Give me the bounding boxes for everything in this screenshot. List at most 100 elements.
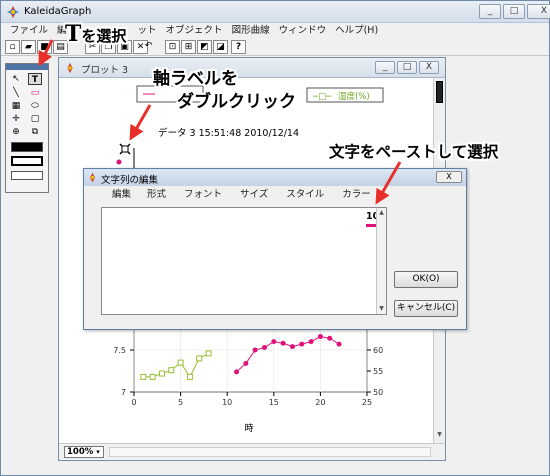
- close-button[interactable]: X: [527, 4, 550, 19]
- minimize-button[interactable]: _: [479, 4, 501, 19]
- kaleidagraph-logo-icon: [7, 6, 19, 18]
- y-right-tick-label: 55: [373, 367, 383, 376]
- series-point-dot: [289, 344, 295, 350]
- line-tool-icon[interactable]: ╲: [9, 87, 23, 99]
- series-point-partial: [116, 159, 122, 165]
- y-right-tick-label: 50: [373, 388, 383, 397]
- dialog-menu-edit[interactable]: 編集: [112, 186, 131, 203]
- maximize-button[interactable]: □: [503, 4, 525, 19]
- dialog-menu-color[interactable]: カラー: [342, 186, 371, 203]
- series-point-dot: [308, 339, 314, 345]
- line-width-swatch[interactable]: [11, 171, 43, 180]
- plot-title: プロット 3: [81, 65, 129, 76]
- menu-window[interactable]: ウィンドウ: [270, 23, 327, 39]
- kaleidagraph-logo-icon: [90, 172, 95, 183]
- plot-horizontal-scrollbar[interactable]: [109, 447, 431, 457]
- annotation-double-click-line2: ダブルクリック: [177, 92, 296, 112]
- annotation-select-t-text: を選択: [81, 27, 127, 45]
- scroll-up-arrow-icon[interactable]: ▲: [377, 208, 386, 218]
- scroll-down-arrow-icon[interactable]: ▼: [435, 431, 444, 441]
- y-right-tick-label: 60: [373, 346, 383, 355]
- zoom-tool-icon[interactable]: ⊕: [9, 126, 23, 138]
- scroll-down-arrow-icon[interactable]: ▼: [377, 304, 386, 314]
- string-edit-dialog: 文字列の編集 X 編集 形式 フォント サイズ スタイル カラー 103 ▲ ▼…: [83, 168, 467, 330]
- dialog-menu-style[interactable]: スタイル: [286, 186, 324, 203]
- series-point-dot: [280, 340, 286, 346]
- plot-statusbar: 100% ▾: [59, 443, 445, 460]
- selection-handle-icon[interactable]: [119, 143, 131, 155]
- dialog-close-button[interactable]: X: [436, 171, 462, 183]
- legend-marker: ─□─: [312, 92, 332, 102]
- series-point-square: [168, 367, 175, 374]
- fill-color-swatch[interactable]: [11, 142, 43, 152]
- zoom-value: 100%: [67, 447, 94, 457]
- x-axis-label[interactable]: 時: [244, 423, 253, 434]
- dialog-menu-size[interactable]: サイズ: [240, 186, 268, 203]
- screenshot: KaleidaGraph _ □ X ファイル 編 ット オブジェクト 図形曲線…: [0, 0, 550, 476]
- x-tick-label: 20: [315, 398, 325, 407]
- x-tick-label: 25: [362, 398, 372, 407]
- tool-palette: ↖ T ╲ ▭ ▦ ⬭ ✛ ▢ ⊕ ⧉: [5, 63, 49, 193]
- string-textarea[interactable]: 103 ▲ ▼: [101, 207, 387, 315]
- dialog-menu-format[interactable]: 形式: [147, 186, 166, 203]
- x-tick-label: 5: [178, 398, 183, 407]
- plot-close-button[interactable]: X: [419, 61, 439, 74]
- select-tool-icon[interactable]: ↖: [9, 73, 23, 85]
- dialog-titlebar[interactable]: 文字列の編集 X: [84, 169, 466, 186]
- plot-titlebar[interactable]: プロット 3 _ □ X: [59, 58, 445, 78]
- eraser-tool-icon[interactable]: ▭: [28, 87, 42, 99]
- annotation-paste-select: 文字をペーストして選択: [329, 143, 499, 161]
- series-point-square: [196, 355, 203, 362]
- group-icon[interactable]: ⊡: [165, 40, 180, 54]
- bring-front-icon[interactable]: ◩: [197, 40, 212, 54]
- plot-maximize-button[interactable]: □: [397, 61, 417, 74]
- series-line-1: [236, 336, 340, 373]
- menu-curve-fit[interactable]: 図形曲線: [223, 23, 270, 39]
- arrange-tool-icon[interactable]: ⧉: [28, 126, 42, 138]
- pen-color-swatch[interactable]: [11, 156, 43, 166]
- series-point-square: [140, 373, 147, 380]
- cancel-button[interactable]: キャンセル(C): [394, 300, 458, 317]
- menu-plot[interactable]: ット: [129, 23, 157, 39]
- annotation-double-click-line1: 軸ラベルを: [153, 69, 238, 89]
- textarea-vertical-scrollbar[interactable]: ▲ ▼: [376, 208, 386, 314]
- app-titlebar: KaleidaGraph _ □ X: [1, 1, 550, 23]
- open-folder-icon[interactable]: ▰: [21, 40, 36, 54]
- series-point-dot: [252, 347, 258, 353]
- series-point-dot: [261, 344, 267, 350]
- palette-titlebar[interactable]: [6, 64, 48, 70]
- series-point-dot: [336, 341, 342, 347]
- chevron-down-icon: ▾: [96, 448, 100, 456]
- save-icon[interactable]: ■: [37, 40, 52, 54]
- rect-tool-icon[interactable]: ▢: [28, 113, 42, 125]
- scrollbar-thumb[interactable]: [436, 81, 443, 103]
- kaleidagraph-logo-icon: [67, 62, 73, 74]
- series-point-square: [205, 350, 212, 357]
- menu-edit[interactable]: 編: [48, 23, 67, 39]
- ungroup-icon[interactable]: ⊞: [181, 40, 196, 54]
- series-point-dot: [243, 360, 249, 366]
- text-tool-icon[interactable]: T: [28, 73, 42, 85]
- dialog-menu-font[interactable]: フォント: [184, 186, 222, 203]
- menu-file[interactable]: ファイル: [1, 23, 48, 39]
- x-tick-label: 0: [131, 398, 136, 407]
- menu-help[interactable]: ヘルプ(H): [326, 23, 378, 39]
- crosshair-tool-icon[interactable]: ✛: [9, 113, 23, 125]
- series-point-dot: [327, 335, 333, 341]
- send-back-icon[interactable]: ◪: [213, 40, 228, 54]
- series-point-dot: [234, 369, 240, 375]
- plot-minimize-button[interactable]: _: [375, 61, 395, 74]
- x-tick-label: 10: [222, 398, 232, 407]
- zoom-select[interactable]: 100% ▾: [64, 446, 104, 458]
- help-icon[interactable]: ?: [231, 40, 246, 54]
- table-tool-icon[interactable]: ▦: [9, 100, 23, 112]
- oval-tool-icon[interactable]: ⬭: [28, 100, 42, 112]
- new-doc-icon[interactable]: ▫: [5, 40, 20, 54]
- y-left-tick-label: 7.5: [113, 346, 126, 355]
- menu-object[interactable]: オブジェクト: [157, 23, 223, 39]
- ok-button[interactable]: OK(O): [394, 271, 458, 288]
- undo-icon[interactable]: ↶: [141, 40, 156, 54]
- dialog-menubar: 編集 形式 フォント サイズ スタイル カラー: [84, 186, 466, 203]
- series-point-square: [177, 359, 184, 366]
- series-point-square: [186, 373, 193, 380]
